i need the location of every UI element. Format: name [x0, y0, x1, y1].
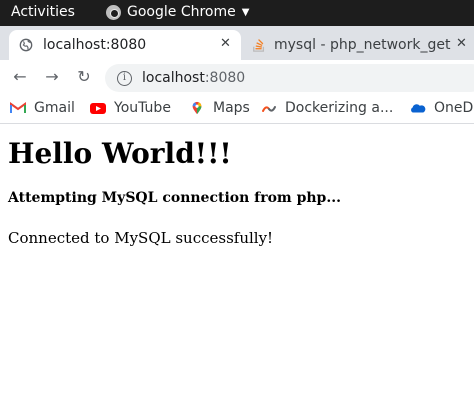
bookmark-dockerizing[interactable]: Dockerizing a... — [261, 100, 393, 116]
page-heading: Hello World!!! — [8, 137, 232, 170]
back-arrow-icon[interactable]: ← — [9, 66, 31, 88]
browser-toolbar: ← → ↻ i localhost:8080 — [0, 60, 474, 94]
globe-icon — [19, 38, 33, 52]
youtube-icon — [90, 103, 106, 114]
bookmark-label: Gmail — [34, 100, 75, 116]
info-icon[interactable]: i — [117, 70, 132, 86]
forward-arrow-icon[interactable]: → — [41, 66, 63, 88]
chrome-icon — [106, 4, 121, 20]
bookmark-maps[interactable]: Maps — [189, 100, 250, 116]
bookmark-onedrive[interactable]: OneD — [410, 100, 473, 116]
stackoverflow-icon — [253, 39, 265, 52]
url-port: :8080 — [204, 70, 246, 86]
address-bar[interactable]: i localhost:8080 — [105, 64, 474, 92]
tab-strip: localhost:8080 ✕ mysql - php_network_get… — [0, 26, 474, 60]
gmail-icon — [10, 102, 26, 113]
page-subheading: Attempting MySQL connection from php... — [8, 190, 341, 206]
connection-status: Connected to MySQL successfully! — [8, 229, 274, 247]
bookmarks-bar: Gmail YouTube Maps Dockerizing a... OneD — [0, 94, 474, 124]
bookmark-label: OneD — [434, 100, 474, 116]
caret-down-icon: ▼ — [241, 6, 250, 18]
bookmark-label: YouTube — [114, 100, 171, 116]
bookmark-label: Maps — [213, 100, 250, 116]
tab-localhost[interactable]: localhost:8080 ✕ — [9, 30, 241, 60]
bookmark-youtube[interactable]: YouTube — [90, 100, 171, 116]
app-menu[interactable]: Google Chrome ▼ — [106, 4, 249, 20]
system-top-bar: Activities Google Chrome ▼ — [0, 0, 474, 26]
close-tab-icon[interactable]: ✕ — [220, 36, 231, 51]
activities-button[interactable]: Activities — [11, 4, 75, 20]
tab-mysql[interactable]: mysql - php_network_get ✕ — [246, 30, 474, 60]
reload-icon[interactable]: ↻ — [73, 66, 95, 88]
close-tab-icon[interactable]: ✕ — [456, 36, 467, 51]
tab-title: mysql - php_network_get — [274, 37, 451, 53]
app-name: Google Chrome — [127, 4, 236, 20]
maps-icon — [192, 101, 202, 115]
web-page: Hello World!!! Attempting MySQL connecti… — [0, 125, 474, 395]
url-host: localhost — [142, 70, 205, 86]
bookmark-gmail[interactable]: Gmail — [10, 100, 75, 116]
tab-title: localhost:8080 — [43, 37, 147, 53]
bookmark-label: Dockerizing a... — [285, 100, 394, 116]
docker-icon — [262, 106, 276, 112]
onedrive-icon — [411, 104, 426, 113]
